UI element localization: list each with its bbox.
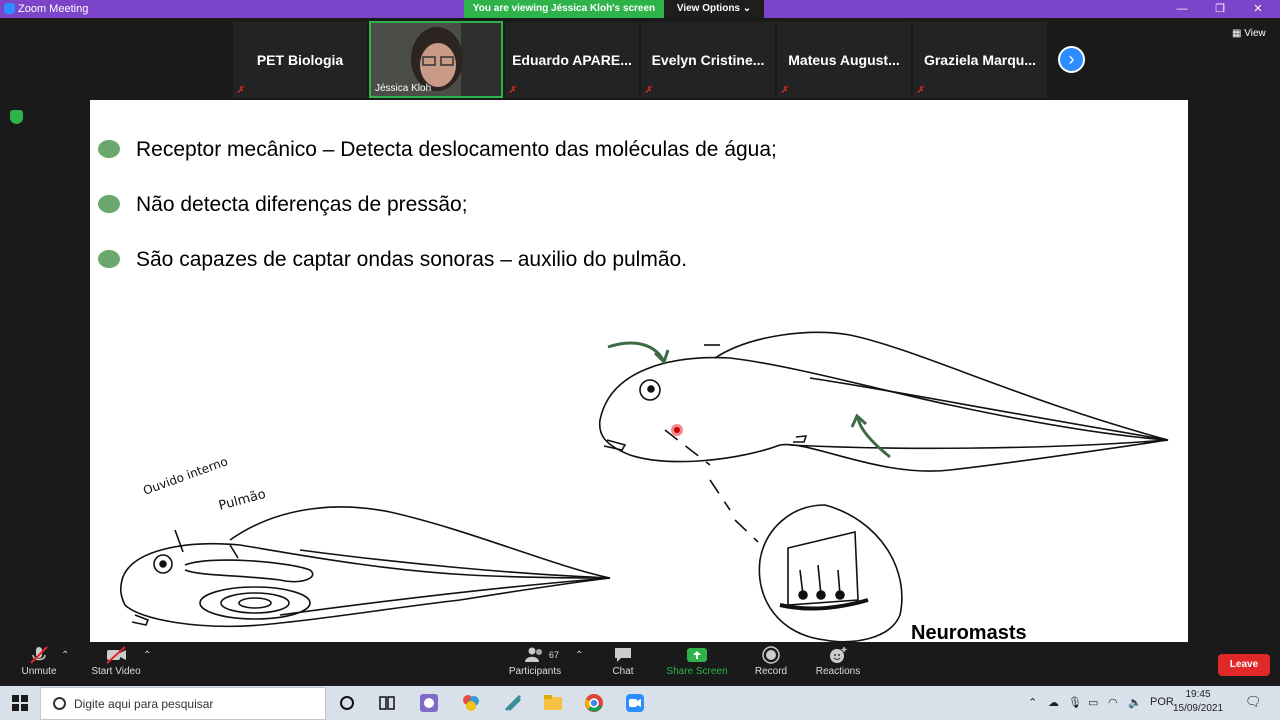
handwritten-label-pulmao: Pulmão	[217, 487, 267, 514]
view-options-label: View Options	[676, 3, 740, 14]
participant-tile-graziela[interactable]: Graziela Marqu... ✗	[913, 22, 1047, 98]
chevron-down-icon: ⌄	[742, 3, 752, 14]
task-view-icon[interactable]	[377, 693, 397, 713]
chat-icon	[612, 646, 634, 664]
language-indicator[interactable]: POR	[1150, 696, 1174, 708]
participants-options-caret-icon[interactable]: ⌃	[575, 650, 583, 661]
notifications-icon[interactable]: 🗨	[1245, 694, 1262, 710]
meeting-toolbar: Unmute ⌃ Start Video ⌃ 67 Participants ⌃…	[0, 642, 1280, 686]
maximize-button[interactable]: ❐	[1200, 0, 1240, 18]
mic-muted-icon: ✗	[645, 85, 654, 96]
security-shield-icon[interactable]	[10, 110, 23, 124]
microphone-icon[interactable]: 🎙	[1068, 696, 1082, 709]
participant-name: Mateus August...	[788, 52, 900, 68]
wifi-icon[interactable]: ◠	[1108, 696, 1118, 709]
view-button[interactable]: ▦ View	[1232, 28, 1266, 39]
taskbar-search-box[interactable]: Digite aqui para pesquisar	[40, 687, 326, 720]
app-sketch-icon[interactable]	[503, 693, 523, 713]
participant-name: Graziela Marqu...	[923, 52, 1037, 68]
tadpole-illustration: Ouvido interno Pulmão	[119, 331, 1169, 642]
participant-tile-pet-biologia[interactable]: PET Biologia ✗	[233, 22, 367, 98]
window-titlebar: Zoom Meeting You are viewing Jéssica Klo…	[0, 0, 1280, 18]
participants-icon	[524, 646, 546, 664]
chrome-icon[interactable]	[584, 693, 604, 713]
participants-button[interactable]: 67 Participants	[500, 646, 570, 686]
window-title: Zoom Meeting	[18, 3, 89, 15]
reactions-icon	[827, 646, 849, 664]
participant-tile-eduardo[interactable]: Eduardo APARE... ✗	[505, 22, 639, 98]
start-video-label: Start Video	[91, 666, 141, 677]
audio-options-caret-icon[interactable]: ⌃	[61, 650, 69, 661]
video-options-caret-icon[interactable]: ⌃	[143, 650, 151, 661]
tray-overflow-icon[interactable]: ⌃	[1028, 696, 1037, 709]
cloud-icon[interactable]: ☁	[1048, 696, 1059, 709]
handwritten-label-ouvido: Ouvido interno	[141, 454, 229, 498]
leave-button[interactable]: Leave	[1218, 654, 1270, 676]
app-paint-icon[interactable]	[461, 693, 481, 713]
reactions-label: Reactions	[815, 666, 861, 677]
share-screen-button[interactable]: Share Screen	[662, 646, 732, 686]
viewing-banner: You are viewing Jéssica Kloh's screen	[464, 0, 664, 18]
reactions-button[interactable]: Reactions	[803, 646, 873, 686]
mic-muted-icon: ✗	[509, 85, 518, 96]
share-screen-icon	[686, 646, 708, 664]
battery-icon[interactable]: ▭	[1088, 696, 1098, 709]
taskbar-clock[interactable]: 19:45 15/09/2021	[1172, 688, 1224, 716]
participant-video-jessica-kloh[interactable]: Jéssica Kloh	[369, 21, 503, 98]
participants-count: 67	[549, 650, 560, 660]
neuromasts-label: Neuromasts	[911, 622, 1027, 642]
participants-label: Participants	[508, 666, 562, 677]
clock-time: 19:45	[1185, 689, 1211, 700]
record-icon	[760, 646, 782, 664]
mic-muted-icon: ✗	[237, 85, 246, 96]
participant-name: Jéssica Kloh	[375, 83, 432, 94]
record-button[interactable]: Record	[736, 646, 806, 686]
mic-muted-icon	[28, 646, 50, 664]
zoom-app-icon	[4, 3, 15, 14]
file-explorer-icon[interactable]	[543, 693, 563, 713]
participant-name: Eduardo APARE...	[512, 52, 632, 68]
search-icon	[53, 697, 66, 710]
shared-screen-slide: Receptor mecânico – Detecta deslocamento…	[90, 100, 1188, 642]
share-screen-label: Share Screen	[666, 666, 728, 677]
app-purple-icon[interactable]	[419, 693, 439, 713]
mic-muted-icon: ✗	[781, 85, 790, 96]
next-participants-button[interactable]: ›	[1058, 46, 1085, 73]
search-placeholder: Digite aqui para pesquisar	[74, 697, 214, 711]
view-options-button[interactable]: View Options ⌄	[664, 0, 764, 18]
windows-start-icon[interactable]	[12, 695, 28, 711]
chat-button[interactable]: Chat	[588, 646, 658, 686]
participant-tile-mateus[interactable]: Mateus August... ✗	[777, 22, 911, 98]
participant-tile-evelyn[interactable]: Evelyn Cristine... ✗	[641, 22, 775, 98]
chat-label: Chat	[612, 666, 634, 677]
record-label: Record	[754, 666, 788, 677]
unmute-label: Unmute	[21, 666, 57, 677]
start-video-button[interactable]: Start Video	[81, 646, 151, 686]
participant-name: PET Biologia	[256, 52, 344, 68]
volume-icon[interactable]: 🔈	[1128, 696, 1142, 709]
zoom-taskbar-icon[interactable]	[625, 693, 645, 713]
cortana-icon[interactable]	[337, 693, 357, 713]
close-button[interactable]: ✕	[1238, 0, 1278, 18]
clock-date: 15/09/2021	[1172, 703, 1224, 714]
participant-name: Evelyn Cristine...	[651, 52, 765, 68]
video-off-icon	[105, 646, 127, 664]
mic-muted-icon: ✗	[917, 85, 926, 96]
minimize-button[interactable]: —	[1162, 0, 1202, 18]
windows-taskbar: Digite aqui para pesquisar ⌃ ☁ 🎙 ▭ ◠ 🔈 P…	[0, 686, 1280, 720]
view-label: View	[1244, 28, 1266, 39]
